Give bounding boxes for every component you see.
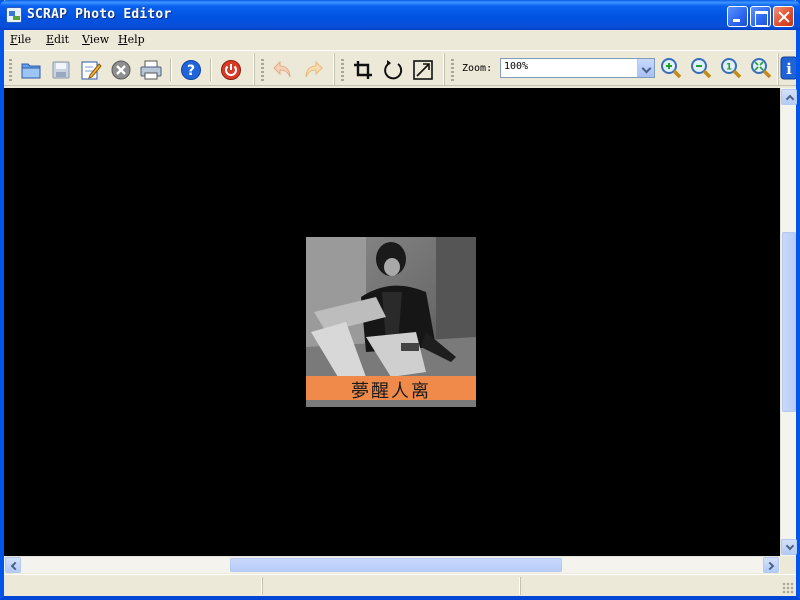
history-toolbar-group [258, 53, 334, 85]
help-icon[interactable]: ? [178, 57, 204, 83]
resize-icon[interactable] [410, 57, 436, 83]
maximize-button[interactable] [750, 6, 771, 27]
zoom-label: Zoom: [462, 63, 493, 74]
undo-icon[interactable] [270, 57, 296, 83]
minimize-button[interactable] [727, 6, 748, 27]
toolbar-separator [210, 59, 211, 81]
status-pane [520, 577, 790, 595]
close-circle-icon[interactable] [108, 57, 134, 83]
app-photo-icon [6, 7, 22, 23]
toolbar-grip[interactable] [9, 59, 12, 81]
scroll-right-icon[interactable] [763, 557, 779, 573]
power-icon[interactable] [218, 57, 244, 83]
info-icon[interactable]: i [780, 55, 796, 81]
scroll-down-icon[interactable] [781, 539, 797, 555]
menu-help[interactable]: Help [118, 33, 145, 46]
close-button[interactable] [773, 6, 794, 27]
zoom-select[interactable]: 100% [500, 58, 655, 78]
image-canvas[interactable]: 夢醒人离 [4, 88, 780, 556]
toolbar-separator [170, 59, 171, 81]
file-toolbar-group: ? [6, 53, 254, 85]
horizontal-scrollbar[interactable] [4, 556, 780, 573]
menu-edit[interactable]: Edit [46, 33, 69, 46]
svg-text:?: ? [187, 63, 195, 79]
menu-bar: File Edit View Help [4, 30, 796, 50]
scroll-left-icon[interactable] [5, 557, 21, 573]
menu-view[interactable]: View [82, 33, 109, 46]
menu-file[interactable]: File [10, 33, 31, 46]
rotate-icon[interactable] [380, 57, 406, 83]
toolbar: ? Zoom: 100% 1 i [4, 50, 796, 86]
scroll-up-icon[interactable] [781, 89, 797, 105]
svg-text:i: i [786, 60, 792, 78]
edit-note-icon[interactable] [78, 57, 104, 83]
status-bar [4, 574, 796, 596]
scrollbar-corner [780, 556, 796, 573]
svg-text:1: 1 [726, 63, 732, 73]
zoom-out-icon[interactable] [688, 55, 714, 81]
toolbar-grip[interactable] [341, 59, 344, 81]
window-title: SCRAP Photo Editor [27, 7, 172, 22]
vertical-scrollbar[interactable] [780, 88, 797, 556]
transform-toolbar-group [338, 53, 444, 85]
zoom-value: 100% [504, 61, 529, 72]
app-window: SCRAP Photo Editor File Edit View Help ?… [0, 0, 800, 600]
zoom-fit-icon[interactable]: 1 [718, 55, 744, 81]
save-disk-icon[interactable] [48, 57, 74, 83]
toolbar-grip[interactable] [261, 59, 264, 81]
vertical-scroll-thumb[interactable] [782, 232, 796, 412]
toolbar-grip[interactable] [451, 59, 454, 81]
zoom-actual-icon[interactable] [748, 55, 774, 81]
photo-image: 夢醒人离 [306, 237, 476, 407]
photo-caption: 夢醒人离 [351, 381, 431, 402]
resize-grip-icon[interactable] [782, 582, 794, 594]
crop-icon[interactable] [350, 57, 376, 83]
printer-icon[interactable] [138, 57, 164, 83]
status-pane [262, 577, 520, 595]
redo-icon[interactable] [300, 57, 326, 83]
title-bar[interactable]: SCRAP Photo Editor [0, 0, 800, 30]
chevron-down-icon[interactable] [637, 59, 654, 77]
open-folder-icon[interactable] [18, 57, 44, 83]
horizontal-scroll-thumb[interactable] [230, 558, 562, 572]
zoom-in-icon[interactable] [658, 55, 684, 81]
